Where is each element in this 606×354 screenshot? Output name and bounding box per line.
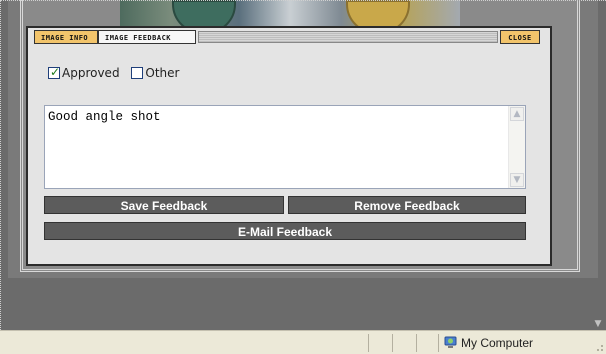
feedback-text: Good angle shot <box>48 110 161 124</box>
other-label: Other <box>145 66 180 80</box>
computer-globe-icon <box>444 336 457 348</box>
save-feedback-button[interactable]: Save Feedback <box>44 196 284 214</box>
resize-grip-icon[interactable] <box>594 342 604 352</box>
feedback-panel: IMAGE INFO IMAGE FEEDBACK CLOSE ✓ Approve… <box>26 26 552 266</box>
status-bar: My Computer <box>0 330 606 354</box>
status-divider <box>416 334 417 352</box>
close-button[interactable]: CLOSE <box>500 30 540 44</box>
scroll-up-icon[interactable]: ▲ <box>510 107 524 121</box>
status-checkboxes: ✓ Approved Other <box>48 65 187 80</box>
security-zone: My Computer <box>444 334 533 352</box>
tab-bar: IMAGE INFO IMAGE FEEDBACK CLOSE <box>32 30 544 46</box>
tab-image-info[interactable]: IMAGE INFO <box>34 30 98 44</box>
approved-label: Approved <box>62 66 120 80</box>
status-divider <box>392 334 393 352</box>
status-divider <box>438 334 439 352</box>
checkmark-icon: ✓ <box>50 65 61 79</box>
email-feedback-button[interactable]: E-Mail Feedback <box>44 222 526 240</box>
page-scroll-down-icon[interactable]: ▼ <box>592 318 604 330</box>
approved-checkbox[interactable]: ✓ <box>48 65 61 79</box>
tab-image-feedback[interactable]: IMAGE FEEDBACK <box>98 30 196 44</box>
tab-bar-fill <box>198 31 498 43</box>
scroll-down-icon[interactable]: ▼ <box>510 173 524 187</box>
textarea-scrollbar[interactable]: ▲ ▼ <box>508 106 525 188</box>
other-checkbox[interactable] <box>131 67 144 79</box>
status-divider <box>368 334 369 352</box>
zone-label: My Computer <box>461 336 534 350</box>
feedback-textarea[interactable]: Good angle shot ▲ ▼ <box>44 105 526 189</box>
remove-feedback-button[interactable]: Remove Feedback <box>288 196 526 214</box>
